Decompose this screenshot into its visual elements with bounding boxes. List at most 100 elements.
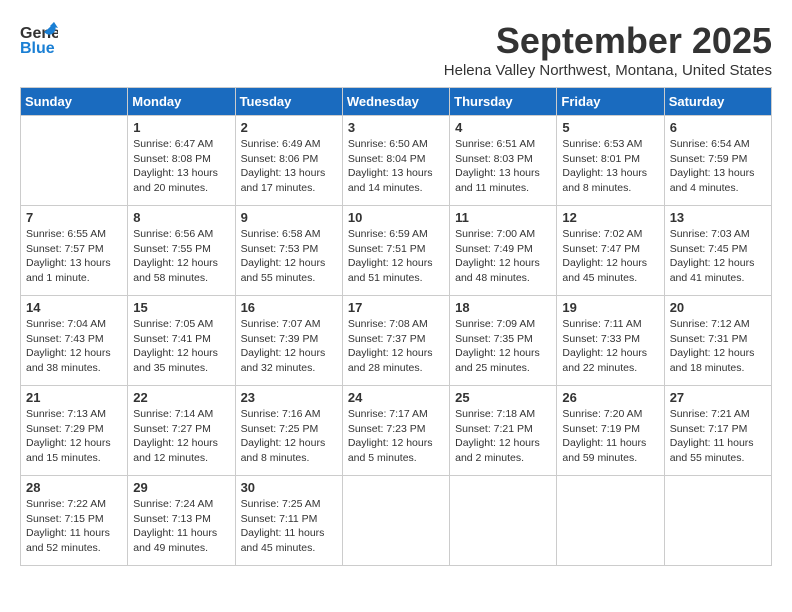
cell-line: Sunrise: 7:11 AM (562, 318, 641, 330)
day-number: 28 (26, 480, 122, 495)
cell-line: Daylight: 11 hours (562, 437, 646, 449)
cell-line: Sunrise: 7:20 AM (562, 408, 642, 420)
cell-line: Daylight: 12 hours (670, 257, 755, 269)
cell-line: Sunrise: 6:59 AM (348, 228, 428, 240)
day-number: 8 (133, 210, 229, 225)
logo-section: General Blue (20, 20, 58, 58)
cell-line: Sunrise: 7:21 AM (670, 408, 750, 420)
cell-line: and 15 minutes. (26, 452, 101, 464)
calendar-week-row: 7Sunrise: 6:55 AMSunset: 7:57 PMDaylight… (21, 206, 772, 296)
calendar-cell: 24Sunrise: 7:17 AMSunset: 7:23 PMDayligh… (342, 386, 449, 476)
cell-line: Sunset: 7:27 PM (133, 423, 211, 435)
cell-line: and 49 minutes. (133, 542, 208, 554)
cell-line: Sunrise: 7:24 AM (133, 498, 213, 510)
cell-line: Sunset: 7:33 PM (562, 333, 640, 345)
cell-line: Daylight: 13 hours (241, 167, 326, 179)
cell-line: Sunset: 7:21 PM (455, 423, 533, 435)
calendar-cell (450, 476, 557, 566)
day-number: 4 (455, 120, 551, 135)
calendar-cell: 20 Sunrise: 7:12 AMSunset: 7:31 PMDayligh… (664, 296, 771, 386)
day-number: 1 (133, 120, 229, 135)
cell-line: Sunset: 7:23 PM (348, 423, 426, 435)
cell-line: Daylight: 11 hours (26, 527, 110, 539)
cell-line: Sunset: 7:11 PM (241, 513, 318, 525)
cell-line: Sunset: 7:57 PM (26, 243, 104, 255)
day-number: 21 (26, 390, 122, 405)
cell-content: Sunrise: 7:02 AMSunset: 7:47 PMDaylight:… (562, 227, 658, 286)
day-number: 29 (133, 480, 229, 495)
day-number: 10 (348, 210, 444, 225)
col-saturday: Saturday (664, 88, 771, 116)
cell-line: Daylight: 12 hours (241, 437, 326, 449)
cell-line: Sunset: 7:45 PM (670, 243, 748, 255)
cell-content: Sunrise: 7:12 AMSunset: 7:31 PMDaylight:… (670, 317, 766, 376)
cell-content: Sunrise: 7:11 AM Sunset: 7:33 PM Daylight:… (562, 317, 658, 376)
calendar-cell: 27Sunrise: 7:21 AMSunset: 7:17 PMDayligh… (664, 386, 771, 476)
cell-line: and 17 minutes. (241, 182, 316, 194)
calendar-cell: 1Sunrise: 6:47 AMSunset: 8:08 PMDaylight… (128, 116, 235, 206)
calendar-cell: 18Sunrise: 7:09 AMSunset: 7:35 PMDayligh… (450, 296, 557, 386)
calendar-cell: 15Sunrise: 7:05 AMSunset: 7:41 PMDayligh… (128, 296, 235, 386)
cell-line: Sunrise: 6:56 AM (133, 228, 213, 240)
cell-line: and 45 minutes. (562, 272, 637, 284)
calendar-cell: 22Sunrise: 7:14 AMSunset: 7:27 PMDayligh… (128, 386, 235, 476)
calendar-cell: 23Sunrise: 7:16 AMSunset: 7:25 PMDayligh… (235, 386, 342, 476)
cell-line: Daylight: 12 hours (241, 257, 326, 269)
cell-line: Daylight: 13 hours (26, 257, 111, 269)
cell-content: Sunrise: 7:07 AMSunset: 7:39 PMDaylight:… (241, 317, 337, 376)
calendar-cell: 17Sunrise: 7:08 AMSunset: 7:37 PMDayligh… (342, 296, 449, 386)
cell-line: Sunrise: 7:04 AM (26, 318, 106, 330)
cell-line: and 2 minutes. (455, 452, 524, 464)
cell-line: Sunset: 7:17 PM (670, 423, 748, 435)
cell-line: Daylight: 12 hours (670, 347, 755, 359)
cell-line: and 55 minutes. (670, 452, 745, 464)
col-sunday: Sunday (21, 88, 128, 116)
cell-line: Daylight: 12 hours (562, 347, 647, 359)
cell-content: Sunrise: 7:22 AMSunset: 7:15 PMDaylight:… (26, 497, 122, 556)
calendar-cell: 6Sunrise: 6:54 AMSunset: 7:59 PMDaylight… (664, 116, 771, 206)
cell-line: and 20 minutes. (133, 182, 208, 194)
cell-content: Sunrise: 6:59 AMSunset: 7:51 PMDaylight:… (348, 227, 444, 286)
cell-content: Sunrise: 7:24 AMSunset: 7:13 PMDaylight:… (133, 497, 229, 556)
calendar-table: Sunday Monday Tuesday Wednesday Thursday… (20, 87, 772, 566)
cell-line: Sunrise: 7:03 AM (670, 228, 750, 240)
cell-line: Sunrise: 7:17 AM (348, 408, 428, 420)
day-number: 6 (670, 120, 766, 135)
day-number: 5 (562, 120, 658, 135)
cell-line: Sunset: 8:04 PM (348, 153, 426, 165)
cell-line: Sunrise: 6:53 AM (562, 138, 642, 150)
day-number: 20 (670, 300, 766, 315)
calendar-week-row: 28 Sunrise: 7:22 AMSunset: 7:15 PMDayligh… (21, 476, 772, 566)
cell-content: Sunrise: 7:05 AMSunset: 7:41 PMDaylight:… (133, 317, 229, 376)
cell-line: Sunrise: 7:05 AM (133, 318, 213, 330)
cell-content: Sunrise: 6:50 AMSunset: 8:04 PMDaylight:… (348, 137, 444, 196)
cell-line: and 41 minutes. (670, 272, 745, 284)
cell-line: and 28 minutes. (348, 362, 423, 374)
cell-line: Sunrise: 7:08 AM (348, 318, 428, 330)
day-number: 16 (241, 300, 337, 315)
cell-content: Sunrise: 7:09 AMSunset: 7:35 PMDaylight:… (455, 317, 551, 376)
calendar-week-row: 14Sunrise: 7:04 AMSunset: 7:43 PMDayligh… (21, 296, 772, 386)
cell-line: Daylight: 12 hours (455, 257, 540, 269)
cell-line: and 18 minutes. (670, 362, 745, 374)
cell-line: Sunrise: 6:49 AM (241, 138, 321, 150)
cell-line: Sunrise: 7:13 AM (26, 408, 106, 420)
cell-line: and 32 minutes. (241, 362, 316, 374)
cell-line: Sunrise: 6:47 AM (133, 138, 213, 150)
calendar-week-row: 21 Sunrise: 7:13 AM Sunset: 7:29 PM Dayligh… (21, 386, 772, 476)
cell-line: Daylight: 12 hours (348, 347, 433, 359)
col-tuesday: Tuesday (235, 88, 342, 116)
calendar-cell: 5Sunrise: 6:53 AMSunset: 8:01 PMDaylight… (557, 116, 664, 206)
cell-line: Sunset: 7:37 PM (348, 333, 426, 345)
cell-line: Daylight: 11 hours (241, 527, 325, 539)
calendar-cell: 11Sunrise: 7:00 AMSunset: 7:49 PMDayligh… (450, 206, 557, 296)
cell-line: Daylight: 12 hours (241, 347, 326, 359)
cell-line: and 11 minutes. (455, 182, 529, 194)
cell-line: and 59 minutes. (562, 452, 637, 464)
cell-line: Sunset: 7:55 PM (133, 243, 211, 255)
cell-line: Sunset: 7:53 PM (241, 243, 319, 255)
calendar-cell: 28 Sunrise: 7:22 AMSunset: 7:15 PMDayligh… (21, 476, 128, 566)
cell-content: Sunrise: 7:13 AMSunset: 7:29 PMDaylight:… (26, 407, 122, 466)
cell-line: Daylight: 13 hours (670, 167, 755, 179)
cell-line: Sunset: 7:29 PM (26, 423, 104, 435)
